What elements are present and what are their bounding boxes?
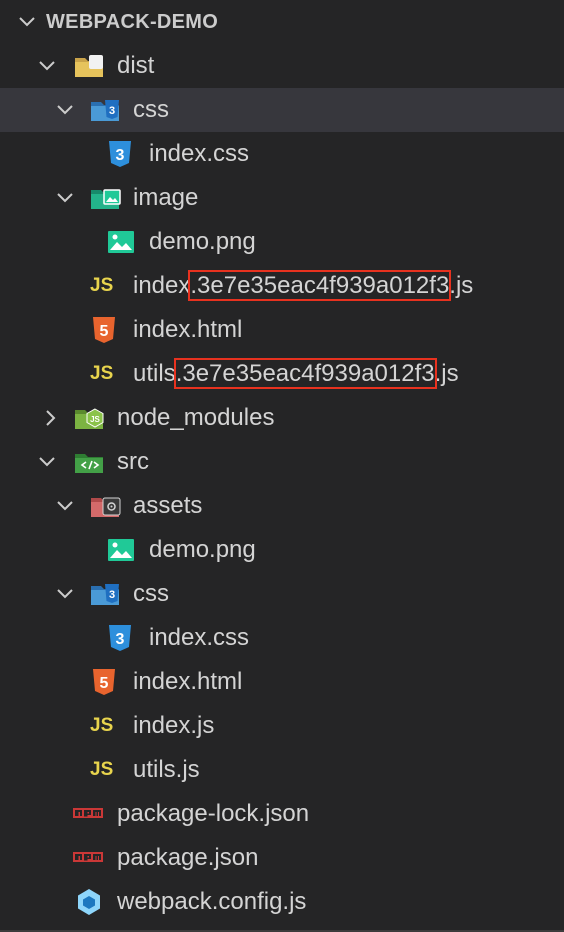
file-explorer-tree: WEBPACK-DEMO dist 3 css 3 index.css imag… — [0, 0, 564, 924]
tree-item-dist-index-html[interactable]: 5 index.html — [0, 308, 564, 352]
tree-item-dist-image[interactable]: image — [0, 176, 564, 220]
tree-item-src-css-index[interactable]: 3 index.css — [0, 616, 564, 660]
node-folder-icon: JS — [73, 404, 107, 432]
css-file-icon: 3 — [107, 623, 133, 653]
tree-item-webpack-config[interactable]: webpack.config.js — [0, 880, 564, 924]
css-file-icon: 3 — [107, 139, 133, 169]
svg-text:5: 5 — [100, 323, 109, 340]
tree-item-label: package.json — [117, 844, 259, 871]
tree-item-dist[interactable]: dist — [0, 44, 564, 88]
tree-item-src-index-html[interactable]: 5 index.html — [0, 660, 564, 704]
image-folder-icon — [89, 184, 123, 212]
svg-text:JS: JS — [90, 415, 100, 424]
project-header[interactable]: WEBPACK-DEMO — [0, 0, 564, 44]
js-file-icon: JS — [90, 275, 114, 296]
npm-icon — [73, 807, 103, 821]
html-file-icon: 5 — [91, 315, 117, 345]
webpack-icon — [76, 888, 102, 916]
filename-extension: .js — [434, 360, 459, 387]
js-file-icon: JS — [90, 759, 114, 780]
svg-text:3: 3 — [109, 589, 115, 601]
tree-item-label: package-lock.json — [117, 800, 310, 827]
tree-item-label: index.css — [149, 624, 250, 651]
tree-item-label: image — [133, 184, 199, 211]
src-folder-icon — [73, 448, 107, 476]
filename-prefix: index — [133, 272, 191, 299]
css-folder-icon: 3 — [89, 580, 123, 608]
tree-item-package-lock[interactable]: package-lock.json — [0, 792, 564, 836]
chevron-down-icon[interactable] — [36, 55, 58, 77]
chevron-down-icon[interactable] — [16, 11, 38, 33]
image-file-icon — [107, 538, 135, 562]
chevron-down-icon[interactable] — [54, 99, 76, 121]
js-file-icon: JS — [90, 715, 114, 736]
tree-item-dist-utils-js[interactable]: JS utils.3e7e35eac4f939a012f3.js — [0, 352, 564, 396]
css-folder-icon: 3 — [89, 96, 123, 124]
js-file-icon: JS — [90, 363, 114, 384]
tree-item-label: node_modules — [117, 404, 275, 431]
tree-item-label: index.js — [133, 712, 215, 739]
tree-item-label: css — [133, 580, 169, 607]
tree-item-label: src — [117, 448, 149, 475]
tree-item-label: utils.3e7e35eac4f939a012f3.js — [133, 352, 459, 396]
tree-item-dist-index-js[interactable]: JS index.3e7e35eac4f939a012f3.js — [0, 264, 564, 308]
filename-extension: .js — [449, 272, 474, 299]
svg-text:3: 3 — [116, 631, 125, 648]
svg-text:5: 5 — [100, 675, 109, 692]
html-file-icon: 5 — [91, 667, 117, 697]
tree-item-label: demo.png — [149, 228, 256, 255]
tree-item-dist-css[interactable]: 3 css — [0, 88, 564, 132]
svg-text:3: 3 — [109, 105, 115, 117]
tree-item-src-assets-demo[interactable]: demo.png — [0, 528, 564, 572]
tree-item-label: index.html — [133, 668, 243, 695]
tree-item-label: demo.png — [149, 536, 256, 563]
tree-item-package-json[interactable]: package.json — [0, 836, 564, 880]
tree-item-node-modules[interactable]: JS node_modules — [0, 396, 564, 440]
tree-item-dist-image-demo[interactable]: demo.png — [0, 220, 564, 264]
chevron-down-icon[interactable] — [54, 583, 76, 605]
tree-item-label: css — [133, 96, 169, 123]
tree-item-src[interactable]: src — [0, 440, 564, 484]
tree-item-label: dist — [117, 52, 155, 79]
tree-item-src-css[interactable]: 3 css — [0, 572, 564, 616]
assets-folder-icon — [89, 492, 123, 520]
chevron-down-icon[interactable] — [36, 451, 58, 473]
tree-item-label: index.html — [133, 316, 243, 343]
filename-prefix: utils — [133, 360, 176, 387]
project-name: WEBPACK-DEMO — [46, 11, 219, 33]
npm-icon — [73, 851, 103, 865]
tree-item-label: assets — [133, 492, 203, 519]
tree-item-label: webpack.config.js — [117, 888, 307, 915]
svg-text:3: 3 — [116, 147, 125, 164]
tree-item-src-index-js[interactable]: JS index.js — [0, 704, 564, 748]
chevron-down-icon[interactable] — [54, 495, 76, 517]
filename-hash-highlight: .3e7e35eac4f939a012f3 — [188, 270, 452, 301]
tree-item-label: utils.js — [133, 756, 200, 783]
filename-hash-highlight: .3e7e35eac4f939a012f3 — [173, 358, 437, 389]
chevron-right-icon[interactable] — [40, 407, 62, 429]
tree-item-dist-css-index[interactable]: 3 index.css — [0, 132, 564, 176]
image-file-icon — [107, 230, 135, 254]
dist-folder-icon — [73, 52, 107, 80]
tree-item-label: index.css — [149, 140, 250, 167]
chevron-down-icon[interactable] — [54, 187, 76, 209]
tree-item-label: index.3e7e35eac4f939a012f3.js — [133, 264, 473, 308]
tree-item-src-assets[interactable]: assets — [0, 484, 564, 528]
tree-item-src-utils-js[interactable]: JS utils.js — [0, 748, 564, 792]
